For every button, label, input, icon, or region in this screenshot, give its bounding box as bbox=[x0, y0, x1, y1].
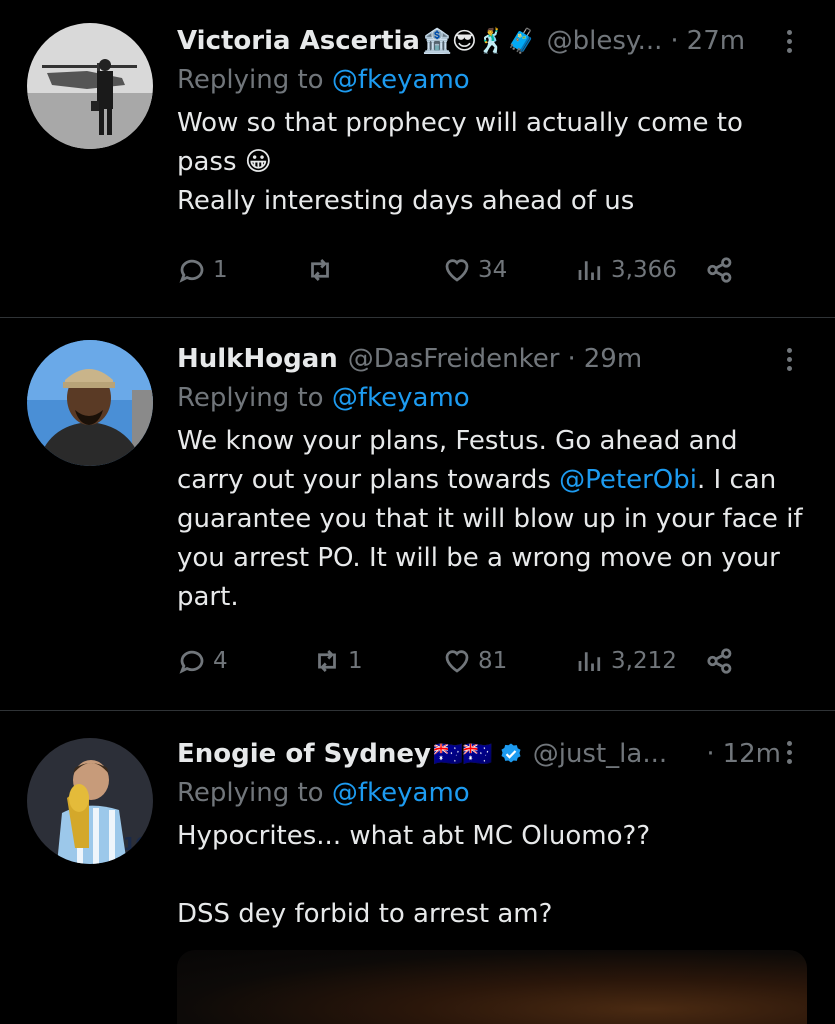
avatar[interactable] bbox=[27, 23, 153, 149]
tweet-victoria[interactable]: Victoria Ascertia 🏦😎🕺🧳 @blesy... · 27m R… bbox=[0, 0, 835, 318]
reply-button[interactable]: 1 bbox=[177, 255, 228, 285]
like-count: 81 bbox=[478, 648, 508, 674]
verified-badge-icon bbox=[501, 743, 521, 763]
tweet-content: Enogie of Sydney 🇦🇺🇦🇺 @just_la... · 12m … bbox=[177, 735, 811, 934]
like-icon bbox=[445, 650, 469, 673]
text-line: carry out your plans towards @PeterObi. … bbox=[177, 461, 811, 500]
more-icon[interactable] bbox=[773, 342, 805, 376]
separator: · bbox=[670, 26, 679, 56]
reply-count: 1 bbox=[213, 257, 228, 283]
mention-link[interactable]: @fkeyamo bbox=[332, 383, 470, 413]
text-line: you arrest PO. It will be a wrong move o… bbox=[177, 543, 780, 573]
separator: · bbox=[706, 739, 715, 769]
display-name[interactable]: HulkHogan bbox=[177, 344, 338, 374]
share-icon bbox=[707, 648, 732, 674]
more-icon[interactable] bbox=[773, 735, 805, 769]
tweet-text: We know your plans, Festus. Go ahead and… bbox=[177, 422, 811, 617]
avatar[interactable] bbox=[27, 340, 153, 466]
tweet-content: Victoria Ascertia 🏦😎🕺🧳 @blesy... · 27m R… bbox=[177, 22, 811, 221]
text-line: Really interesting days ahead of us bbox=[177, 186, 635, 216]
separator: · bbox=[567, 344, 576, 374]
share-button[interactable] bbox=[705, 646, 735, 676]
share-icon bbox=[707, 257, 732, 283]
mention-link[interactable]: @PeterObi bbox=[559, 465, 697, 495]
views-count: 3,212 bbox=[611, 648, 677, 674]
text-segment: carry out your plans towards bbox=[177, 465, 560, 495]
retweet-icon bbox=[311, 259, 329, 281]
text-line: part. bbox=[177, 582, 239, 612]
text-line: Wow so that prophecy will actually come … bbox=[177, 108, 743, 138]
timestamp[interactable]: 27m bbox=[687, 26, 745, 56]
reply-feed: Victoria Ascertia 🏦😎🕺🧳 @blesy... · 27m R… bbox=[0, 0, 835, 1024]
tweet-header: Victoria Ascertia 🏦😎🕺🧳 @blesy... · 27m bbox=[177, 22, 811, 60]
user-handle[interactable]: @blesy... bbox=[547, 26, 663, 56]
tweet-header: HulkHogan @DasFreidenker · 29m bbox=[177, 340, 811, 378]
display-name[interactable]: Victoria Ascertia bbox=[177, 26, 420, 56]
tweet-text: Wow so that prophecy will actually come … bbox=[177, 104, 811, 221]
replying-label: Replying to bbox=[177, 778, 324, 808]
replying-to: Replying to @fkeyamo bbox=[177, 773, 811, 813]
name-emojis: 🏦😎🕺🧳 bbox=[421, 27, 537, 55]
share-button[interactable] bbox=[705, 255, 735, 285]
retweet-button[interactable]: 1 bbox=[312, 646, 363, 676]
text-line bbox=[177, 856, 811, 895]
avatar[interactable]: 10 bbox=[27, 738, 153, 864]
retweet-button[interactable] bbox=[305, 255, 341, 285]
mention-link[interactable]: @fkeyamo bbox=[332, 65, 470, 95]
views-icon bbox=[578, 261, 601, 280]
tweet-media-image[interactable] bbox=[177, 950, 807, 1024]
replying-label: Replying to bbox=[177, 65, 324, 95]
views-count: 3,366 bbox=[611, 257, 677, 283]
text-line: pass 😀 bbox=[177, 147, 272, 177]
text-line: DSS dey forbid to arrest am? bbox=[177, 899, 553, 929]
like-count: 34 bbox=[478, 257, 508, 283]
tweet-content: HulkHogan @DasFreidenker · 29m Replying … bbox=[177, 340, 811, 617]
views-button[interactable]: 3,366 bbox=[575, 255, 677, 285]
text-segment: . I can bbox=[697, 465, 777, 495]
text-line: We know your plans, Festus. Go ahead and bbox=[177, 426, 738, 456]
more-icon[interactable] bbox=[773, 24, 805, 58]
like-button[interactable]: 34 bbox=[442, 255, 507, 285]
retweet-icon bbox=[318, 650, 336, 672]
user-handle[interactable]: @just_la... bbox=[533, 739, 667, 769]
replying-to: Replying to @fkeyamo bbox=[177, 60, 811, 100]
name-emojis: 🇦🇺🇦🇺 bbox=[432, 740, 493, 768]
tweet-header: Enogie of Sydney 🇦🇺🇦🇺 @just_la... · 12m bbox=[177, 735, 811, 773]
reply-button[interactable]: 4 bbox=[177, 646, 228, 676]
like-button[interactable]: 81 bbox=[442, 646, 507, 676]
replying-label: Replying to bbox=[177, 383, 324, 413]
reply-icon bbox=[179, 650, 204, 674]
user-handle[interactable]: @DasFreidenker bbox=[348, 344, 560, 374]
views-icon bbox=[578, 652, 601, 671]
replying-to: Replying to @fkeyamo bbox=[177, 378, 811, 418]
text-line: guarantee you that it will blow up in yo… bbox=[177, 504, 803, 534]
reply-count: 4 bbox=[213, 648, 228, 674]
action-bar: 1 34 3,366 bbox=[177, 250, 757, 290]
timestamp[interactable]: 29m bbox=[584, 344, 642, 374]
retweet-count: 1 bbox=[348, 648, 363, 674]
mention-link[interactable]: @fkeyamo bbox=[332, 778, 470, 808]
tweet-text: Hypocrites... what abt MC Oluomo?? DSS d… bbox=[177, 817, 811, 934]
action-bar: 4 1 81 3,212 bbox=[177, 641, 757, 681]
like-icon bbox=[445, 259, 469, 282]
display-name[interactable]: Enogie of Sydney bbox=[177, 739, 431, 769]
tweet-hulkhogan[interactable]: HulkHogan @DasFreidenker · 29m Replying … bbox=[0, 318, 835, 711]
reply-icon bbox=[179, 259, 204, 283]
svg-text:10: 10 bbox=[123, 834, 148, 855]
views-button[interactable]: 3,212 bbox=[575, 646, 677, 676]
text-line: Hypocrites... what abt MC Oluomo?? bbox=[177, 821, 651, 851]
